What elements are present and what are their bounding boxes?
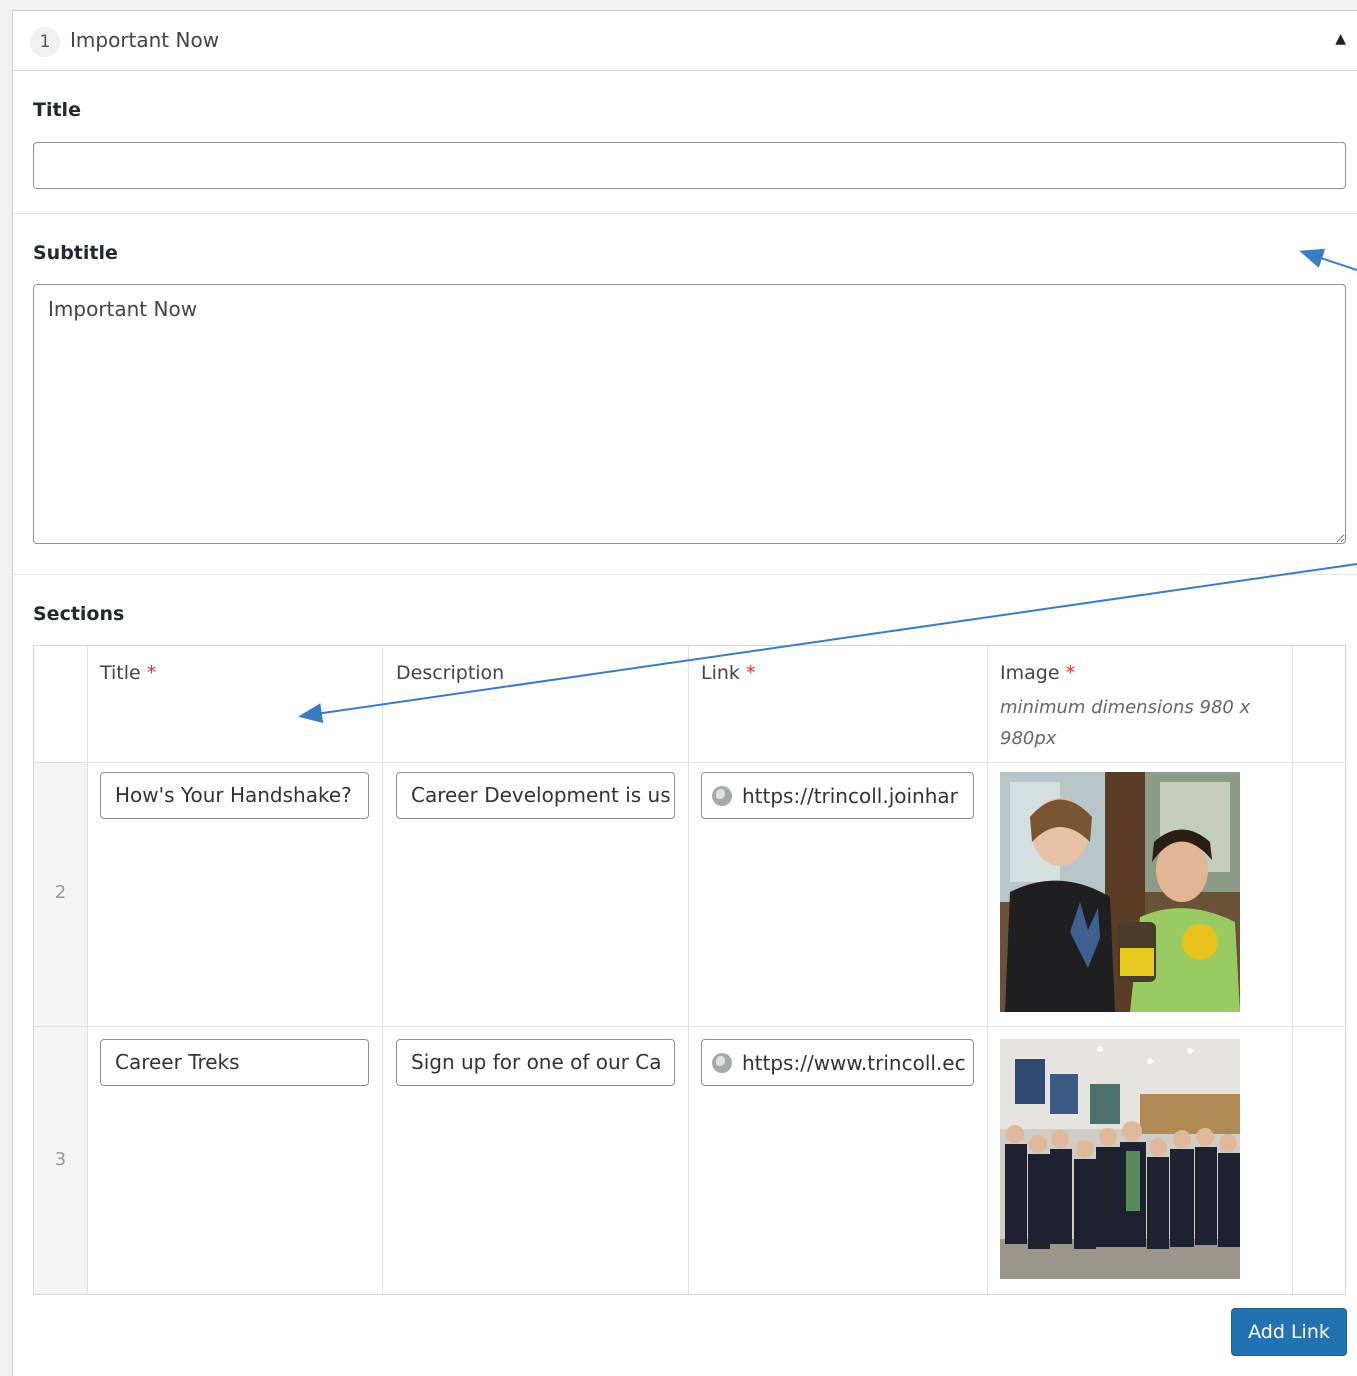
row-order-number[interactable]: 2 xyxy=(34,882,87,903)
section-description-input[interactable]: Sign up for one of our Ca xyxy=(396,1039,675,1086)
row-number-badge: 1 xyxy=(30,27,60,57)
add-link-button[interactable]: Add Link xyxy=(1231,1308,1347,1356)
panel-header[interactable]: 1 Important Now ▲ xyxy=(13,11,1357,71)
link-url-text: https://trincoll.joinhar xyxy=(742,784,958,808)
required-marker: * xyxy=(146,662,157,684)
divider xyxy=(13,213,1357,214)
column-header-link: Link * xyxy=(701,662,756,684)
link-url-text: https://www.trincoll.ec xyxy=(742,1051,966,1075)
section-image-thumbnail[interactable] xyxy=(1000,1039,1240,1279)
section-description-input[interactable]: Career Development is us xyxy=(396,772,675,819)
section-link-input[interactable]: https://trincoll.joinhar xyxy=(701,772,974,819)
section-image-thumbnail[interactable] xyxy=(1000,772,1240,1012)
order-column xyxy=(34,762,87,1294)
divider xyxy=(13,574,1357,575)
section-link-input[interactable]: https://www.trincoll.ec xyxy=(701,1039,974,1086)
repeater-row-panel: 1 Important Now ▲ Title Subtitle Importa… xyxy=(12,10,1357,1376)
globe-icon xyxy=(712,1053,732,1073)
required-marker: * xyxy=(1065,662,1076,684)
section-title-input[interactable]: Career Treks xyxy=(100,1039,369,1086)
title-input[interactable] xyxy=(33,142,1346,189)
column-header-image: Image * xyxy=(1000,662,1076,684)
title-label: Title xyxy=(33,99,81,121)
required-marker: * xyxy=(745,662,756,684)
column-header-description: Description xyxy=(396,662,505,684)
image-dimensions-hint: minimum dimensions 980 x 980px xyxy=(1000,697,1251,749)
globe-icon xyxy=(712,786,732,806)
column-header-title: Title * xyxy=(100,662,157,684)
row-order-number[interactable]: 3 xyxy=(34,1149,87,1170)
sections-label: Sections xyxy=(33,603,125,625)
subtitle-textarea[interactable]: Important Now xyxy=(33,284,1346,544)
section-title-input[interactable]: How's Your Handshake? xyxy=(100,772,369,819)
panel-title: Important Now xyxy=(70,28,220,52)
collapse-arrow-icon[interactable]: ▲ xyxy=(1335,31,1346,47)
subtitle-label: Subtitle xyxy=(33,242,118,264)
sections-table: Title * Description Link * Image * minim… xyxy=(33,645,1346,1295)
